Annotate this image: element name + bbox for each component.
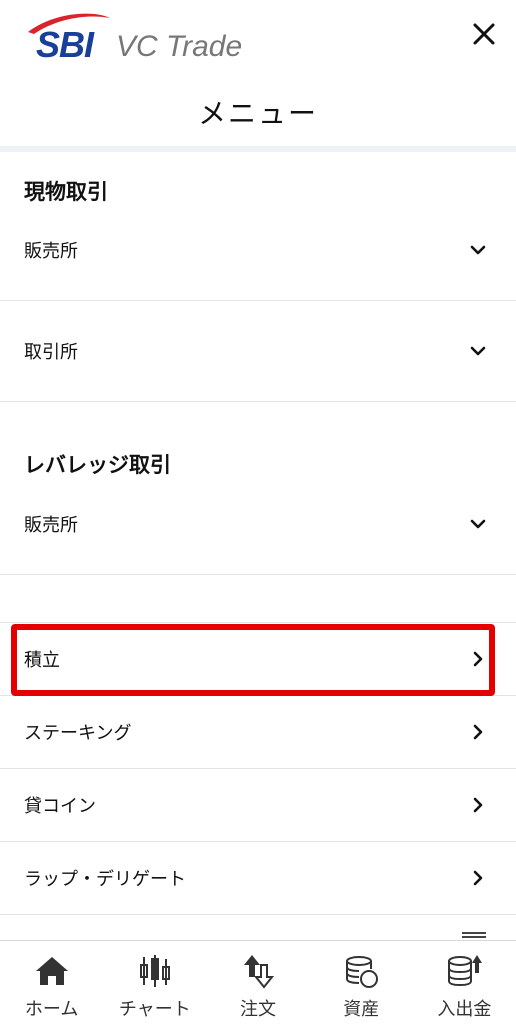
menu-item-wrap-delegate[interactable]: ラップ・デリゲート: [0, 842, 516, 915]
header: SBI VC Trade メニュー: [0, 0, 516, 146]
logo-vc-trade-text: VC Trade: [116, 30, 243, 63]
menu-item-label: 積立: [24, 650, 60, 671]
nav-assets[interactable]: 資産: [310, 941, 413, 1024]
chevron-down-icon: [468, 514, 488, 534]
chevron-right-icon: [468, 795, 488, 815]
deposit-withdraw-icon: [448, 955, 483, 987]
header-divider: [0, 146, 516, 152]
menu-item-leverage-sales[interactable]: 販売所: [0, 474, 516, 575]
nav-label: チャート: [118, 999, 191, 1020]
menu-item-label: 貸コイン: [24, 796, 96, 817]
nav-label: ホーム: [24, 999, 79, 1020]
coins-icon: [346, 956, 379, 988]
nav-label: 入出金: [437, 999, 492, 1020]
menu-item-label: ステーキング: [24, 723, 132, 744]
nav-label: 注文: [240, 999, 276, 1020]
order-arrows-icon: [244, 955, 275, 989]
menu-item-staking[interactable]: ステーキング: [0, 696, 516, 769]
home-icon: [35, 957, 68, 985]
menu-item-label: ラップ・デリゲート: [24, 869, 186, 890]
candlestick-chart-icon: [139, 955, 170, 987]
chevron-right-icon: [468, 868, 488, 888]
menu-item-label: 販売所: [24, 515, 78, 536]
chevron-down-icon: [468, 240, 488, 260]
bottom-nav: ホーム チャート 注文 資産 入出金: [0, 940, 516, 1024]
spacer-row: [0, 575, 516, 623]
menu-item-spot-sales[interactable]: 販売所: [0, 200, 516, 301]
menu-item-accumulation[interactable]: 積立: [0, 623, 516, 696]
close-button[interactable]: [468, 18, 500, 50]
nav-home[interactable]: ホーム: [0, 941, 103, 1024]
logo-sbi-text: SBI: [36, 24, 94, 65]
menu-item-lending[interactable]: 貸コイン: [0, 769, 516, 842]
nav-order[interactable]: 注文: [206, 941, 309, 1024]
page-title: メニュー: [197, 97, 318, 130]
menu-item-label: 販売所: [24, 241, 78, 262]
chevron-down-icon: [468, 341, 488, 361]
menu-item-spot-exchange[interactable]: 取引所: [0, 301, 516, 402]
partial-icon: [462, 932, 486, 938]
close-icon: [473, 23, 495, 45]
chevron-right-icon: [468, 649, 488, 669]
chevron-right-icon: [468, 722, 488, 742]
nav-deposit-withdraw[interactable]: 入出金: [413, 941, 516, 1024]
nav-label: 資産: [343, 999, 380, 1020]
menu-item-label: 取引所: [24, 342, 78, 363]
sbi-vc-trade-logo[interactable]: SBI VC Trade: [24, 8, 254, 68]
nav-chart[interactable]: チャート: [103, 941, 206, 1024]
